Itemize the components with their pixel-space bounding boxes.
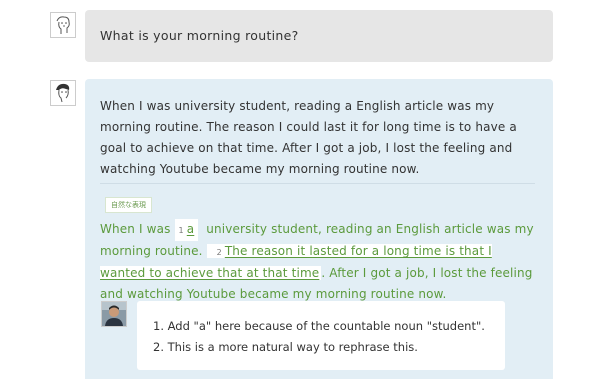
correction-number-2: 2 xyxy=(216,248,222,257)
note-item: 1. Add "a" here because of the countable… xyxy=(153,319,485,333)
questioner-avatar xyxy=(50,12,76,38)
notes-list: 1. Add "a" here because of the countable… xyxy=(153,316,485,358)
answerer-avatar xyxy=(50,80,76,106)
correction-insert-1: a xyxy=(186,222,195,236)
question-text: What is your morning routine? xyxy=(100,28,299,43)
corrected-text: When I was 1 a university student, reading… xyxy=(100,219,540,305)
natural-expression-tag: 自然な表現 xyxy=(105,197,152,213)
teacher-avatar xyxy=(101,301,127,327)
answer-text: When I was university student, reading a… xyxy=(100,99,517,176)
teacher-notes-box: 1. Add "a" here because of the countable… xyxy=(137,301,505,370)
correction-marker-1[interactable]: 1a xyxy=(174,219,199,241)
note-item: 2. This is a more natural way to rephras… xyxy=(153,340,418,354)
sketch-avatar-icon xyxy=(56,16,70,34)
divider xyxy=(100,183,535,184)
teacher-photo-avatar xyxy=(102,302,126,326)
sketch-avatar-icon xyxy=(56,83,70,103)
correction-number-1: 1 xyxy=(178,226,184,235)
answer-bubble: When I was university student, reading a… xyxy=(85,79,553,379)
correction-part1: When I was xyxy=(100,222,171,236)
question-bubble: What is your morning routine? xyxy=(85,10,553,62)
